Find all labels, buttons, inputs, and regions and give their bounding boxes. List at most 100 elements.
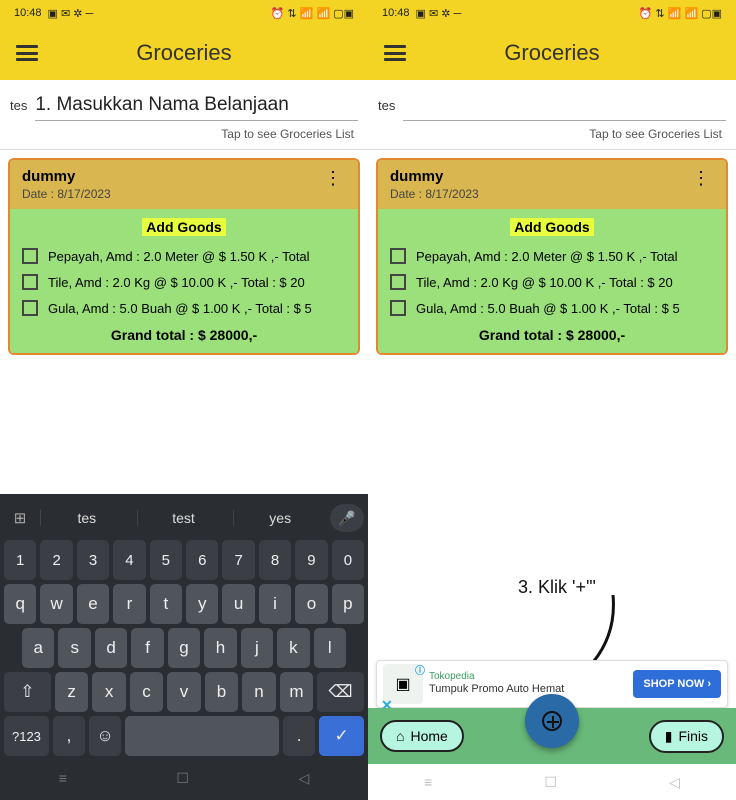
ad-cta-button[interactable]: SHOP NOW ›	[633, 670, 721, 698]
item-text: Pepayah, Amd : 2.0 Meter @ $ 1.50 K ,- T…	[416, 249, 678, 264]
keyboard-row-numbers: 1 2 3 4 5 6 7 8 9 0	[4, 540, 364, 580]
app-title: Groceries	[16, 40, 352, 66]
key[interactable]: n	[242, 672, 275, 712]
card-menu-icon[interactable]: ⋮	[320, 168, 346, 188]
plus-icon	[542, 711, 562, 731]
goods-item: Pepayah, Amd : 2.0 Meter @ $ 1.50 K ,- T…	[386, 243, 718, 269]
goods-item: Pepayah, Amd : 2.0 Meter @ $ 1.50 K ,- T…	[18, 243, 350, 269]
key[interactable]: 9	[295, 540, 327, 580]
ad-title: Tumpuk Promo Auto Hemat	[429, 683, 627, 696]
key[interactable]: w	[40, 584, 72, 624]
system-nav: ≡ ☐ ◁	[368, 764, 736, 800]
grand-total: Grand total : $ 28000,-	[18, 321, 350, 343]
shopping-name-input[interactable]	[35, 90, 358, 121]
key[interactable]: r	[113, 584, 145, 624]
key[interactable]: 4	[113, 540, 145, 580]
status-bar: 10:48 ▣ ✉ ✲ ─ ⏰ ⇅ 📶 📶 ▢▣	[368, 0, 736, 26]
goods-item: Tile, Amd : 2.0 Kg @ $ 10.00 K ,- Total …	[386, 269, 718, 295]
item-checkbox[interactable]	[390, 300, 406, 316]
key[interactable]: d	[95, 628, 127, 668]
item-checkbox[interactable]	[22, 274, 38, 290]
key[interactable]: g	[168, 628, 200, 668]
key[interactable]: e	[77, 584, 109, 624]
key[interactable]: o	[295, 584, 327, 624]
key[interactable]: j	[241, 628, 273, 668]
goods-item: Gula, Amd : 5.0 Buah @ $ 1.00 K ,- Total…	[18, 295, 350, 321]
key[interactable]: i	[259, 584, 291, 624]
key[interactable]: z	[55, 672, 88, 712]
key[interactable]: 7	[222, 540, 254, 580]
key[interactable]: 8	[259, 540, 291, 580]
keyboard-row-4: ?123 , ☺ . ✓	[4, 716, 364, 756]
groceries-list-hint[interactable]: Tap to see Groceries List	[368, 125, 736, 150]
status-right-icons: ⏰ ⇅ 📶 📶 ▢▣	[271, 7, 354, 20]
key[interactable]: t	[150, 584, 182, 624]
key[interactable]: k	[277, 628, 309, 668]
ad-text: Tokopedia Tumpuk Promo Auto Hemat	[429, 671, 627, 696]
key[interactable]: 3	[77, 540, 109, 580]
item-checkbox[interactable]	[390, 248, 406, 264]
item-checkbox[interactable]	[390, 274, 406, 290]
nav-home-icon[interactable]: ☐	[176, 770, 189, 787]
key[interactable]: u	[222, 584, 254, 624]
add-goods-button[interactable]: Add Goods	[386, 215, 718, 243]
key[interactable]: v	[167, 672, 200, 712]
status-time: 10:48	[14, 7, 42, 19]
keyboard-row-2: a s d f g h j k l	[4, 628, 364, 668]
home-button[interactable]: ⌂ Home	[380, 720, 464, 752]
status-right-icons: ⏰ ⇅ 📶 📶 ▢▣	[639, 7, 722, 20]
key[interactable]: h	[204, 628, 236, 668]
enter-key[interactable]: ✓	[319, 716, 364, 756]
suggestion[interactable]: tes	[40, 510, 133, 526]
key[interactable]: f	[131, 628, 163, 668]
home-label: Home	[410, 728, 447, 744]
nav-recent-icon[interactable]: ≡	[59, 770, 67, 786]
key[interactable]: 6	[186, 540, 218, 580]
shopping-name-input[interactable]	[403, 90, 726, 121]
key[interactable]: a	[22, 628, 54, 668]
ad-info-icon[interactable]: ⓘ	[415, 662, 425, 677]
key[interactable]: x	[92, 672, 125, 712]
space-key[interactable]	[125, 716, 279, 756]
home-icon: ⌂	[396, 728, 404, 744]
key[interactable]: y	[186, 584, 218, 624]
card-date: Date : 8/17/2023	[22, 187, 111, 201]
card-title: dummy	[390, 168, 479, 185]
grocery-card: dummy Date : 8/17/2023 ⋮ Add Goods Pepay…	[376, 158, 728, 355]
key[interactable]: b	[205, 672, 238, 712]
item-checkbox[interactable]	[22, 248, 38, 264]
key[interactable]: 5	[150, 540, 182, 580]
suggestion[interactable]: yes	[233, 510, 326, 526]
key[interactable]: c	[130, 672, 163, 712]
item-checkbox[interactable]	[22, 300, 38, 316]
add-goods-button[interactable]: Add Goods	[18, 215, 350, 243]
key[interactable]: 2	[40, 540, 72, 580]
comma-key[interactable]: ,	[53, 716, 85, 756]
suggestion[interactable]: test	[137, 510, 230, 526]
groceries-list-hint[interactable]: Tap to see Groceries List	[0, 125, 368, 150]
emoji-key[interactable]: ☺	[89, 716, 121, 756]
symbols-key[interactable]: ?123	[4, 716, 49, 756]
key[interactable]: p	[332, 584, 364, 624]
keyboard-row-1: q w e r t y u i o p	[4, 584, 364, 624]
name-input-row: tes	[368, 80, 736, 125]
card-menu-icon[interactable]: ⋮	[688, 168, 714, 188]
add-fab[interactable]	[525, 694, 579, 748]
key[interactable]: q	[4, 584, 36, 624]
nav-home-icon[interactable]: ☐	[544, 774, 557, 791]
keyboard-grid-icon[interactable]: ⊞	[4, 509, 36, 527]
mic-icon[interactable]: 🎤	[330, 504, 364, 532]
key[interactable]: l	[314, 628, 346, 668]
key[interactable]: 0	[332, 540, 364, 580]
nav-recent-icon[interactable]: ≡	[424, 774, 432, 790]
key[interactable]: 1	[4, 540, 36, 580]
key[interactable]: s	[58, 628, 90, 668]
nav-back-icon[interactable]: ◁	[298, 770, 309, 787]
finish-button[interactable]: ▮ Finis	[649, 720, 724, 753]
shift-key[interactable]: ⇧	[4, 672, 51, 712]
key[interactable]: m	[280, 672, 313, 712]
period-key[interactable]: .	[283, 716, 315, 756]
nav-back-icon[interactable]: ◁	[669, 774, 680, 791]
backspace-key[interactable]: ⌫	[317, 672, 364, 712]
keyboard-row-3: ⇧ z x c v b n m ⌫	[4, 672, 364, 712]
